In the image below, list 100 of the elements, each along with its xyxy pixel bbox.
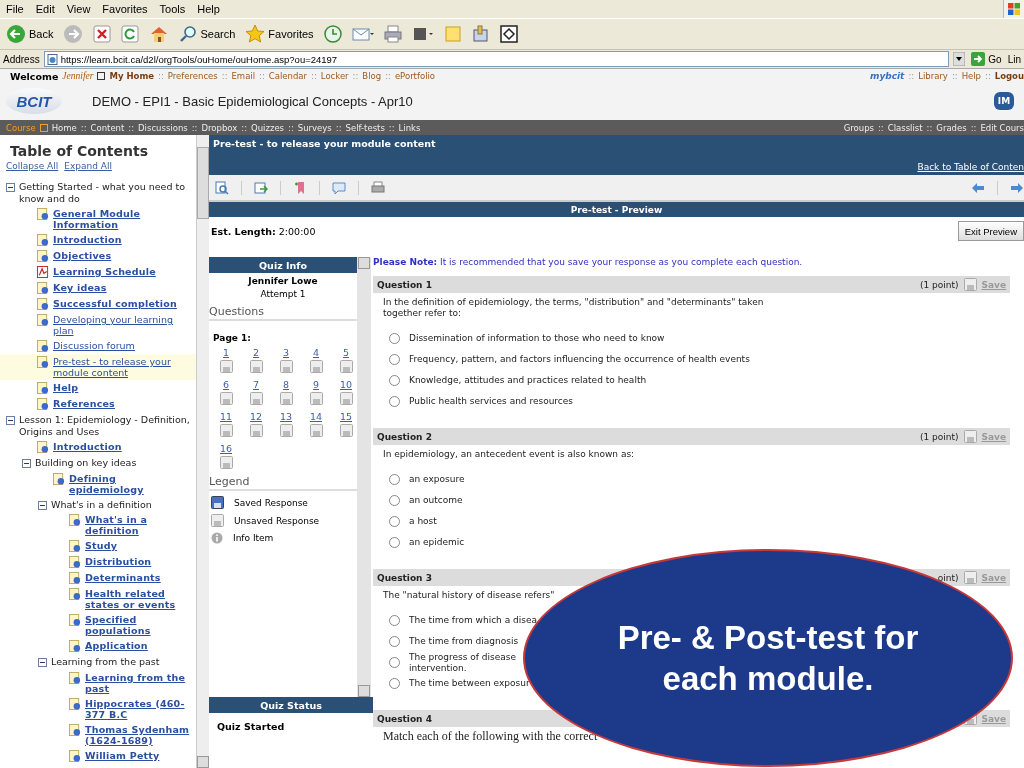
toc-link[interactable]: Pre-test - to release your module content <box>53 356 192 378</box>
magnifier-icon[interactable] <box>215 180 229 195</box>
question-link[interactable]: 3 <box>282 347 289 358</box>
address-field[interactable]: https://learn.bcit.ca/d2l/orgTools/ouHome/ouHome.asp?ou=24197 <box>43 51 950 67</box>
toc-link[interactable]: References <box>53 398 115 409</box>
toolbar-button[interactable]: Back <box>4 21 56 47</box>
radio-button[interactable] <box>389 375 400 386</box>
toc-link[interactable]: Health related states or events <box>85 588 192 610</box>
scrollbar[interactable] <box>196 135 209 768</box>
nav-link[interactable]: Surveys <box>297 122 332 133</box>
scrollbar[interactable] <box>357 257 371 697</box>
radio-button[interactable] <box>389 333 400 344</box>
radio-button[interactable] <box>389 657 400 668</box>
question-link[interactable]: 14 <box>309 411 323 422</box>
portal-logo[interactable]: mybcit <box>870 71 905 81</box>
menu-item[interactable]: View <box>66 3 91 15</box>
menu-item[interactable]: Help <box>197 3 220 15</box>
radio-button[interactable] <box>389 495 400 506</box>
question-link[interactable]: 16 <box>219 443 233 454</box>
radio-button[interactable] <box>389 678 400 689</box>
toc-link[interactable]: Learning Schedule <box>53 266 156 277</box>
header-link[interactable]: Library <box>918 71 948 81</box>
toc-link[interactable]: What's in a definition <box>85 514 192 536</box>
im-badge[interactable]: IM <box>994 92 1014 110</box>
nav-link[interactable]: Content <box>90 122 125 133</box>
header-link[interactable]: My Home <box>109 71 155 81</box>
toc-link[interactable]: Specified populations <box>85 614 192 636</box>
collapse-icon[interactable] <box>38 658 47 667</box>
collapse-icon[interactable] <box>6 416 15 425</box>
menu-item[interactable]: Tools <box>159 3 186 15</box>
question-link[interactable]: 4 <box>312 347 319 358</box>
collapse-icon[interactable] <box>22 459 31 468</box>
exit-preview-button[interactable]: Exit Preview <box>957 221 1024 241</box>
radio-button[interactable] <box>389 615 400 626</box>
nav-link[interactable]: Links <box>398 122 421 133</box>
toc-link[interactable]: Determinants <box>85 572 161 583</box>
nav-link[interactable]: Dropbox <box>201 122 238 133</box>
toc-link[interactable]: Introduction <box>53 234 122 245</box>
toolbar-button[interactable]: Favorites <box>243 21 316 47</box>
left-arrow-icon[interactable] <box>971 181 985 194</box>
toc-link[interactable]: Hippocrates (460-377 B.C <box>85 697 192 720</box>
toc-link[interactable]: Introduction <box>53 441 122 452</box>
toc-link[interactable]: Successful completion <box>53 298 177 309</box>
nav-link[interactable]: Edit Cours <box>980 122 1024 133</box>
collapse-icon[interactable] <box>6 183 15 192</box>
question-link[interactable]: 11 <box>219 411 233 422</box>
toc-link[interactable]: General Module Information <box>53 208 192 230</box>
header-link[interactable]: Logou <box>994 71 1024 81</box>
toc-link[interactable]: William Petty <box>85 749 160 761</box>
question-link[interactable]: 10 <box>339 379 353 390</box>
bookmark-icon[interactable] <box>293 180 307 195</box>
toolbar-button[interactable]: Search <box>177 21 238 47</box>
speech-bubble-icon[interactable] <box>332 180 346 195</box>
radio-button[interactable] <box>389 636 400 647</box>
question-link[interactable]: 6 <box>222 379 229 390</box>
nav-link[interactable]: Quizzes <box>251 122 285 133</box>
question-link[interactable]: 13 <box>279 411 293 422</box>
back-link[interactable]: Back to Table of Conten <box>917 162 1024 172</box>
export-icon[interactable] <box>254 180 268 195</box>
nav-link[interactable]: Grades <box>936 122 967 133</box>
toc-link[interactable]: Developing your learning plan <box>53 314 192 336</box>
nav-link[interactable]: Groups <box>843 122 874 133</box>
collapse-icon[interactable] <box>38 500 47 510</box>
nav-link[interactable]: Self-tests <box>345 122 385 133</box>
toc-link[interactable]: Learning from the past <box>85 671 192 694</box>
header-link[interactable]: Locker <box>320 71 349 81</box>
go-button[interactable]: Go <box>969 52 1004 66</box>
menu-item[interactable]: File <box>6 3 24 15</box>
question-link[interactable]: 8 <box>282 379 289 390</box>
right-arrow-icon[interactable] <box>1010 181 1024 194</box>
header-link[interactable]: Preferences <box>167 71 218 81</box>
toc-link[interactable]: Application <box>85 640 148 651</box>
radio-button[interactable] <box>389 537 400 548</box>
radio-button[interactable] <box>389 354 400 365</box>
question-link[interactable]: 15 <box>339 411 353 422</box>
radio-button[interactable] <box>389 516 400 527</box>
toc-link[interactable]: Discussion forum <box>53 340 135 351</box>
header-link[interactable]: Blog <box>362 71 382 81</box>
nav-link[interactable]: Classlist <box>887 122 923 133</box>
printer-icon[interactable] <box>371 180 385 195</box>
question-link[interactable]: 5 <box>342 347 349 358</box>
header-link[interactable]: Calendar <box>268 71 308 81</box>
header-link[interactable]: Help <box>961 71 982 81</box>
header-link[interactable]: ePortfolio <box>394 71 436 81</box>
header-link[interactable]: Email <box>231 71 256 81</box>
nav-link[interactable]: Home <box>51 122 77 133</box>
question-link[interactable]: 1 <box>222 347 229 358</box>
radio-button[interactable] <box>389 396 400 407</box>
toc-link[interactable]: Key ideas <box>53 282 107 293</box>
question-link[interactable]: 9 <box>312 379 319 390</box>
menu-item[interactable]: Edit <box>35 3 55 15</box>
nav-link[interactable]: Discussions <box>138 122 188 133</box>
toc-link[interactable]: Objectives <box>53 250 112 261</box>
dropdown-arrow-icon[interactable] <box>953 52 966 66</box>
question-link[interactable]: 7 <box>252 379 259 390</box>
radio-button[interactable] <box>389 474 400 485</box>
toc-link[interactable]: Thomas Sydenham (1624-1689) <box>85 723 192 746</box>
toc-link[interactable]: Defining epidemiology <box>69 472 192 495</box>
toc-link[interactable]: Study <box>85 540 118 551</box>
question-link[interactable]: 12 <box>249 411 263 422</box>
